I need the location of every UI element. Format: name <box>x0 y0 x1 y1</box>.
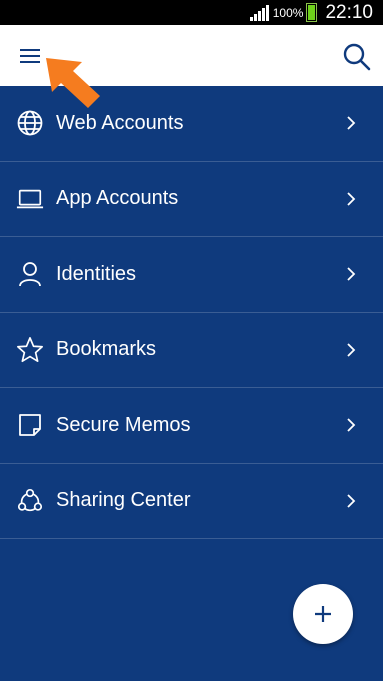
share-icon <box>16 487 44 515</box>
hamburger-menu-icon[interactable] <box>14 41 46 71</box>
nav-item-identities[interactable]: Identities <box>0 237 383 313</box>
chevron-right-icon <box>347 418 356 432</box>
nav-item-label: Bookmarks <box>56 338 157 361</box>
nav-list: Web Accounts App Accounts Identities Boo… <box>0 86 383 539</box>
chevron-right-icon <box>347 343 356 357</box>
laptop-icon <box>16 185 44 213</box>
search-icon[interactable] <box>342 42 372 72</box>
nav-item-app-accounts[interactable]: App Accounts <box>0 162 383 237</box>
note-icon <box>16 411 44 439</box>
nav-item-label: Sharing Center <box>56 489 191 512</box>
clock: 22:10 <box>325 1 373 23</box>
nav-item-bookmarks[interactable]: Bookmarks <box>0 313 383 388</box>
plus-icon <box>315 606 331 622</box>
battery-icon <box>306 3 318 22</box>
nav-item-sharing-center[interactable]: Sharing Center <box>0 464 383 539</box>
chevron-right-icon <box>347 267 356 281</box>
chevron-right-icon <box>347 192 356 206</box>
nav-item-label: Web Accounts <box>56 111 184 134</box>
status-bar: 100% 22:10 <box>0 0 383 25</box>
signal-icon <box>249 4 269 21</box>
add-button[interactable] <box>293 584 353 644</box>
app-bar <box>0 25 383 86</box>
nav-item-label: App Accounts <box>56 187 179 210</box>
nav-item-label: Secure Memos <box>56 413 191 436</box>
nav-item-label: Identities <box>56 262 137 285</box>
person-icon <box>16 260 44 288</box>
nav-item-web-accounts[interactable]: Web Accounts <box>0 86 383 162</box>
star-icon <box>16 336 44 364</box>
globe-icon <box>16 109 44 137</box>
chevron-right-icon <box>347 494 356 508</box>
battery-percentage: 100% <box>272 5 304 20</box>
chevron-right-icon <box>347 116 356 130</box>
nav-item-secure-memos[interactable]: Secure Memos <box>0 388 383 464</box>
